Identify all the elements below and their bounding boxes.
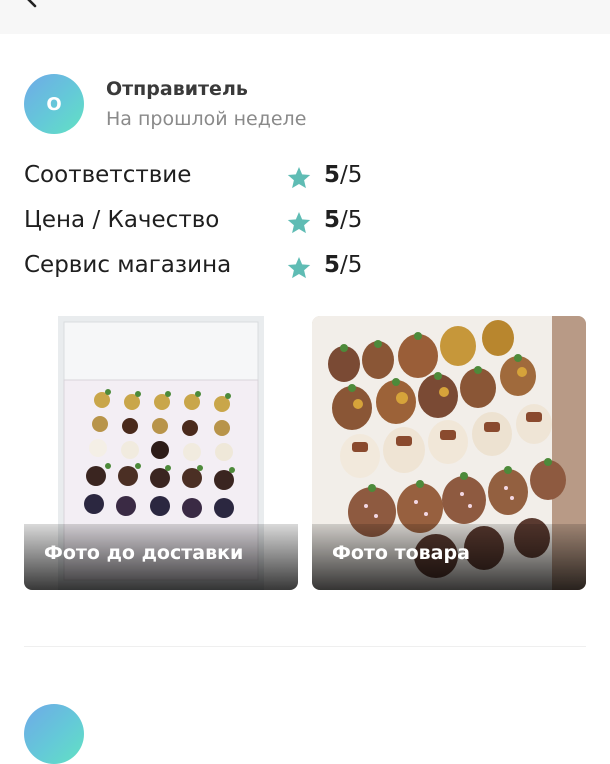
star-icon <box>287 166 311 189</box>
rating-label: Соответствие <box>24 162 192 188</box>
rating-row-store-service: Сервис магазина 5/5 <box>24 252 586 284</box>
photo-before-delivery[interactable]: Фото до доставки <box>24 316 298 590</box>
rating-score: 5/5 <box>324 162 363 188</box>
top-bar <box>0 0 610 34</box>
rating-label: Цена / Качество <box>24 207 220 233</box>
divider <box>24 646 586 647</box>
rating-score: 5/5 <box>324 207 363 233</box>
rating-label: Сервис магазина <box>24 252 232 278</box>
photo-caption: Фото товара <box>332 542 470 564</box>
rating-row-price-quality: Цена / Качество 5/5 <box>24 207 586 239</box>
review-date: На прошлой неделе <box>106 108 307 130</box>
rating-row-accuracy: Соответствие 5/5 <box>24 162 586 194</box>
rating-score: 5/5 <box>324 252 363 278</box>
author-name: Отправитель <box>106 78 248 100</box>
avatar: О <box>24 74 84 134</box>
photo-caption: Фото до доставки <box>44 542 244 564</box>
star-icon <box>287 256 311 279</box>
chevron-left-icon[interactable] <box>20 0 44 10</box>
star-icon <box>287 211 311 234</box>
next-review-avatar <box>24 704 84 764</box>
photo-product[interactable]: Фото товара <box>312 316 586 590</box>
